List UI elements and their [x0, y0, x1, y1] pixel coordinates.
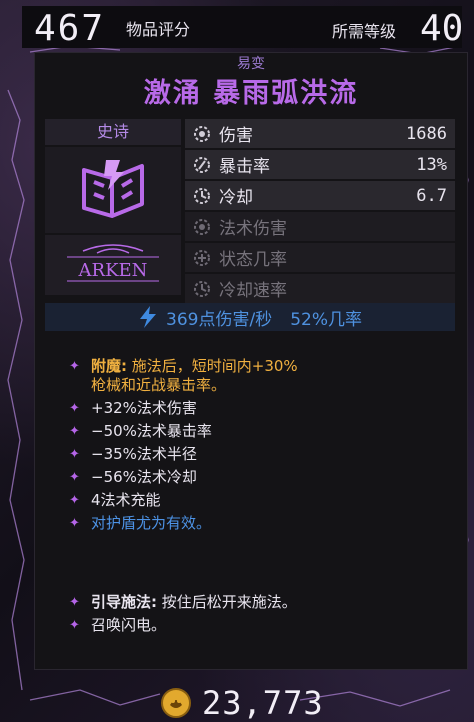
stat-spell-damage: 法术伤害 — [185, 212, 455, 241]
bullet-icon: ✦ — [69, 424, 80, 439]
bullet-icon: ✦ — [69, 359, 80, 374]
effect-text: 4法术充能 — [91, 491, 161, 509]
stat-value: 6.7 — [416, 185, 447, 206]
effect-text: +32%法术伤害 — [91, 399, 197, 417]
channel-effect: ✦ 引导施法: 按住后松开来施法。 ✦ 召唤闪电。 — [69, 593, 449, 639]
cooldown-gear-icon — [194, 187, 210, 204]
enchant-text-2: 枪械和近战暴击率。 — [91, 376, 227, 394]
item-header: 467 物品评分 所需等级 40 — [22, 6, 464, 49]
item-card: 易变 激涌 暴雨弧洪流 史诗 ARKEN 伤害 1686 暴击率 13% 冷却 … — [34, 52, 468, 670]
stat-label: 伤害 — [219, 126, 253, 146]
item-effects: ✦ 附魔: 施法后，短时间内+30% 枪械和近战暴击率。 ✦ +32%法术伤害 … — [69, 357, 449, 537]
channel-line: ✦ 召唤闪电。 — [69, 616, 449, 635]
arken-logo: ARKEN — [67, 244, 159, 282]
bullet-icon: ✦ — [69, 470, 80, 485]
gear-score-value: 467 — [34, 8, 106, 49]
effect-text: −50%法术暴击率 — [91, 422, 212, 440]
effect-text: 对护盾尤为有效。 — [91, 514, 212, 532]
stat-crit-rate: 暴击率 13% — [185, 150, 455, 179]
spellbook-icon — [82, 160, 144, 218]
brand-panel: ARKEN — [45, 235, 181, 295]
effect-line: ✦ 对护盾尤为有效。 — [69, 514, 449, 533]
channel-text: 按住后松开来施法。 — [161, 593, 297, 611]
stats-list: 伤害 1686 暴击率 13% 冷却 6.7 法术伤害 状态几率 冷却速率 — [185, 119, 455, 305]
cooldown-rate-gear-icon — [194, 280, 210, 297]
stat-label: 法术伤害 — [219, 219, 287, 239]
item-icon-panel — [45, 147, 181, 233]
item-price: 23,773 — [202, 684, 324, 722]
enchant-effect: ✦ 附魔: 施法后，短时间内+30% 枪械和近战暴击率。 — [69, 357, 449, 395]
effect-line: ✦ 4法术充能 — [69, 491, 449, 510]
bullet-icon: ✦ — [69, 447, 80, 462]
stat-value: 13% — [416, 154, 447, 175]
gear-score-label: 物品评分 — [126, 20, 191, 39]
dps-value: 369点伤害/秒 — [166, 309, 273, 330]
damage-gear-icon — [194, 125, 210, 142]
effect-line: ✦ −35%法术半径 — [69, 445, 449, 464]
effect-line: ✦ +32%法术伤害 — [69, 399, 449, 418]
status-gear-icon — [194, 249, 210, 266]
price-footer: 23,773 — [160, 684, 324, 722]
stat-label: 冷却 — [219, 188, 253, 208]
stat-damage: 伤害 1686 — [185, 119, 455, 148]
crit-gear-icon — [194, 156, 210, 173]
item-name: 激涌 暴雨弧洪流 — [143, 78, 359, 109]
brand-text: ARKEN — [78, 260, 148, 281]
stat-value: 1686 — [406, 123, 447, 144]
stat-label: 冷却速率 — [219, 281, 287, 301]
stat-label: 暴击率 — [219, 157, 270, 177]
bullet-icon: ✦ — [69, 618, 80, 633]
enchant-name: 附魔: — [91, 357, 127, 375]
effect-line: ✦ −50%法术暴击率 — [69, 422, 449, 441]
dps-chance: 52%几率 — [290, 309, 362, 330]
effect-text: −56%法术冷却 — [91, 468, 197, 486]
bullet-icon: ✦ — [69, 493, 80, 508]
effect-line: ✦ −56%法术冷却 — [69, 468, 449, 487]
spell-damage-gear-icon — [194, 218, 210, 235]
item-prefix: 易变 — [237, 56, 265, 72]
dps-summary: 369点伤害/秒 52%几率 — [45, 303, 455, 331]
channel-text-2: 召唤闪电。 — [91, 616, 167, 634]
stat-cooldown: 冷却 6.7 — [185, 181, 455, 210]
required-level-value: 40 — [420, 8, 464, 49]
required-level-label: 所需等级 — [332, 22, 397, 41]
gold-coin-icon — [161, 688, 191, 718]
effect-text: −35%法术半径 — [91, 445, 197, 463]
channel-name: 引导施法: — [91, 593, 157, 611]
stat-cooldown-rate: 冷却速率 — [185, 274, 455, 303]
stat-status-chance: 状态几率 — [185, 243, 455, 272]
enchant-text: 施法后，短时间内+30% — [131, 357, 298, 375]
stat-label: 状态几率 — [219, 250, 287, 270]
bullet-icon: ✦ — [69, 595, 80, 610]
channel-line: ✦ 引导施法: 按住后松开来施法。 — [69, 593, 449, 612]
bullet-icon: ✦ — [69, 516, 80, 531]
lightning-icon — [140, 306, 156, 328]
bullet-icon: ✦ — [69, 401, 80, 416]
rarity-label: 史诗 — [45, 119, 181, 145]
